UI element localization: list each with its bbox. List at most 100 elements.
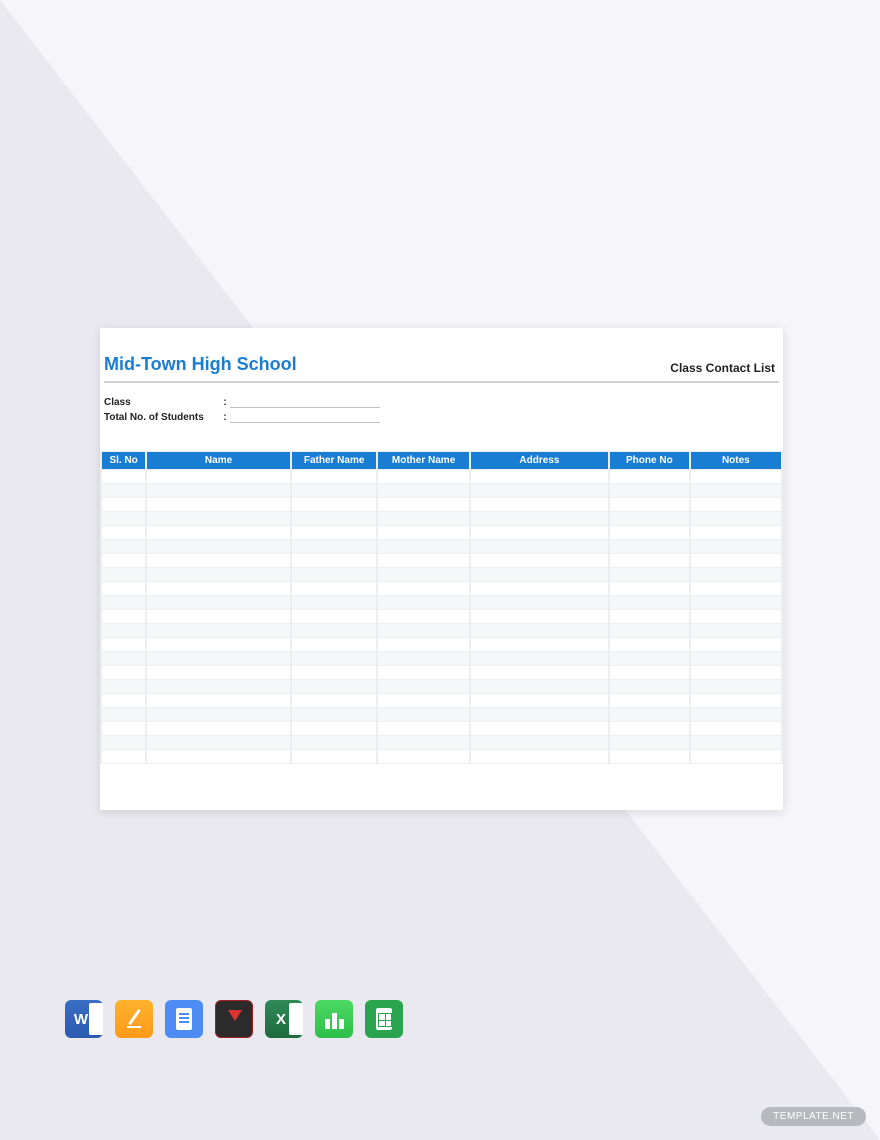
table-cell xyxy=(691,512,781,525)
table-row xyxy=(102,512,781,525)
table-cell xyxy=(610,610,689,623)
table-cell xyxy=(147,736,290,749)
table-cell xyxy=(471,554,608,567)
table-cell xyxy=(471,708,608,721)
table-cell xyxy=(471,596,608,609)
table-cell xyxy=(610,596,689,609)
table-cell xyxy=(102,596,145,609)
table-cell xyxy=(378,610,468,623)
table-cell xyxy=(610,666,689,679)
contact-table: Sl. No Name Father Name Mother Name Addr… xyxy=(100,451,783,764)
table-cell xyxy=(610,736,689,749)
table-cell xyxy=(691,526,781,539)
table-cell xyxy=(471,666,608,679)
table-cell xyxy=(471,498,608,511)
table-cell xyxy=(147,568,290,581)
table-cell xyxy=(292,596,377,609)
document-subheader: Class Contact List xyxy=(670,361,779,375)
table-row xyxy=(102,484,781,497)
table-cell xyxy=(691,540,781,553)
table-row xyxy=(102,540,781,553)
table-cell xyxy=(378,680,468,693)
watermark-brand: TEMPLATE xyxy=(773,1111,829,1122)
contact-table-wrap: Sl. No Name Father Name Mother Name Addr… xyxy=(100,451,783,764)
table-cell xyxy=(691,554,781,567)
table-row xyxy=(102,722,781,735)
table-cell xyxy=(147,652,290,665)
table-cell xyxy=(691,708,781,721)
table-row xyxy=(102,638,781,651)
table-body xyxy=(102,470,781,763)
numbers-icon xyxy=(315,1000,353,1038)
table-cell xyxy=(610,750,689,763)
word-icon: W xyxy=(65,1000,103,1038)
table-row xyxy=(102,750,781,763)
table-cell xyxy=(610,568,689,581)
table-row xyxy=(102,582,781,595)
th-slno: Sl. No xyxy=(102,452,145,469)
table-cell xyxy=(378,722,468,735)
table-cell xyxy=(691,722,781,735)
table-cell xyxy=(610,498,689,511)
table-cell xyxy=(292,470,377,483)
google-docs-icon xyxy=(165,1000,203,1038)
file-format-icons: W X xyxy=(65,1000,403,1038)
th-address: Address xyxy=(471,452,608,469)
table-cell xyxy=(147,526,290,539)
table-cell xyxy=(471,736,608,749)
table-cell xyxy=(147,484,290,497)
school-title: Mid-Town High School xyxy=(100,354,297,375)
table-cell xyxy=(292,750,377,763)
table-cell xyxy=(292,722,377,735)
field-class: Class : xyxy=(100,397,783,408)
field-total: Total No. of Students : xyxy=(100,412,783,423)
document-header: Mid-Town High School Class Contact List xyxy=(100,354,783,375)
table-cell xyxy=(102,568,145,581)
table-row xyxy=(102,554,781,567)
table-header-row: Sl. No Name Father Name Mother Name Addr… xyxy=(102,452,781,469)
table-cell xyxy=(471,568,608,581)
table-cell xyxy=(471,582,608,595)
table-cell xyxy=(378,708,468,721)
table-cell xyxy=(102,582,145,595)
table-row xyxy=(102,526,781,539)
table-cell xyxy=(102,624,145,637)
field-class-label: Class xyxy=(104,397,220,408)
table-cell xyxy=(147,554,290,567)
header-rule xyxy=(104,381,779,383)
table-cell xyxy=(147,610,290,623)
table-row xyxy=(102,694,781,707)
field-total-input-line xyxy=(230,412,380,423)
table-cell xyxy=(610,554,689,567)
table-cell xyxy=(378,638,468,651)
table-cell xyxy=(378,694,468,707)
table-cell xyxy=(610,470,689,483)
table-cell xyxy=(292,638,377,651)
table-cell xyxy=(471,680,608,693)
table-cell xyxy=(147,540,290,553)
pdf-icon xyxy=(215,1000,253,1038)
table-cell xyxy=(102,540,145,553)
table-cell xyxy=(610,512,689,525)
field-class-input-line xyxy=(230,397,380,408)
table-cell xyxy=(691,652,781,665)
table-cell xyxy=(292,568,377,581)
table-cell xyxy=(102,498,145,511)
table-cell xyxy=(147,470,290,483)
template-document: Mid-Town High School Class Contact List … xyxy=(100,328,783,810)
table-cell xyxy=(292,680,377,693)
table-cell xyxy=(691,610,781,623)
table-cell xyxy=(471,638,608,651)
watermark-badge: TEMPLATE.NET xyxy=(761,1107,866,1126)
table-cell xyxy=(610,722,689,735)
table-cell xyxy=(471,512,608,525)
table-cell xyxy=(102,652,145,665)
th-mother: Mother Name xyxy=(378,452,468,469)
table-cell xyxy=(378,750,468,763)
table-cell xyxy=(691,736,781,749)
table-cell xyxy=(147,708,290,721)
table-cell xyxy=(378,596,468,609)
table-cell xyxy=(147,722,290,735)
pages-icon xyxy=(115,1000,153,1038)
table-cell xyxy=(610,624,689,637)
